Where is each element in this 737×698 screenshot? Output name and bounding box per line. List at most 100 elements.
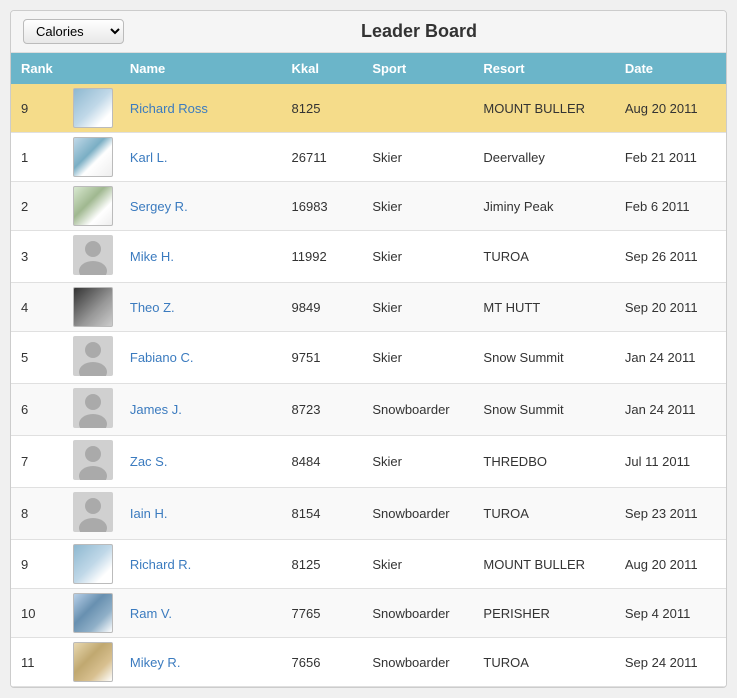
kkal-cell: 8723 (282, 384, 363, 436)
table-row: 5 Fabiano C. 9751 Skier Snow Summit Jan … (11, 332, 726, 384)
rank-cell: 9 (11, 84, 63, 133)
date-cell: Sep 23 2011 (615, 488, 726, 540)
avatar-cell (63, 589, 120, 638)
avatar (73, 388, 113, 428)
name-cell[interactable]: Fabiano C. (120, 332, 282, 384)
avatar-cell (63, 540, 120, 589)
name-cell[interactable]: Iain H. (120, 488, 282, 540)
name-cell[interactable]: Mikey R. (120, 638, 282, 687)
kkal-cell: 26711 (282, 133, 363, 182)
rank-cell: 4 (11, 283, 63, 332)
resort-cell: MOUNT BULLER (473, 84, 614, 133)
sport-cell: Snowboarder (362, 638, 473, 687)
avatar (73, 593, 113, 633)
sport-cell: Skier (362, 283, 473, 332)
kkal-cell: 8125 (282, 540, 363, 589)
name-cell[interactable]: James J. (120, 384, 282, 436)
resort-cell: TUROA (473, 638, 614, 687)
rank-cell: 1 (11, 133, 63, 182)
sport-cell: Skier (362, 332, 473, 384)
avatar (73, 440, 113, 480)
resort-cell: THREDBO (473, 436, 614, 488)
board-title: Leader Board (124, 21, 714, 42)
avatar (73, 186, 113, 226)
rank-cell: 5 (11, 332, 63, 384)
resort-cell: MOUNT BULLER (473, 540, 614, 589)
date-cell: Sep 4 2011 (615, 589, 726, 638)
rank-cell: 7 (11, 436, 63, 488)
table-row: 10 Ram V. 7765 Snowboarder PERISHER Sep … (11, 589, 726, 638)
kkal-cell: 7765 (282, 589, 363, 638)
resort-cell: Snow Summit (473, 384, 614, 436)
name-cell[interactable]: Theo Z. (120, 283, 282, 332)
sport-cell: Snowboarder (362, 589, 473, 638)
avatar-cell (63, 84, 120, 133)
avatar (73, 492, 113, 532)
avatar (73, 544, 113, 584)
rank-cell: 10 (11, 589, 63, 638)
avatar-cell (63, 384, 120, 436)
table-row: 6 James J. 8723 Snowboarder Snow Summit … (11, 384, 726, 436)
name-cell[interactable]: Sergey R. (120, 182, 282, 231)
leaderboard-container: CaloriesDistanceDuration Leader Board Ra… (10, 10, 727, 688)
date-cell: Feb 21 2011 (615, 133, 726, 182)
resort-cell: PERISHER (473, 589, 614, 638)
kkal-cell: 8125 (282, 84, 363, 133)
avatar (73, 137, 113, 177)
top-bar: CaloriesDistanceDuration Leader Board (11, 11, 726, 53)
table-row: 2 Sergey R. 16983 Skier Jiminy Peak Feb … (11, 182, 726, 231)
date-cell: Sep 24 2011 (615, 638, 726, 687)
avatar-cell (63, 283, 120, 332)
table-row: 1 Karl L. 26711 Skier Deervalley Feb 21 … (11, 133, 726, 182)
name-cell[interactable]: Karl L. (120, 133, 282, 182)
resort-cell: MT HUTT (473, 283, 614, 332)
category-dropdown[interactable]: CaloriesDistanceDuration (23, 19, 124, 44)
avatar-cell (63, 436, 120, 488)
resort-cell: TUROA (473, 231, 614, 283)
date-cell: Aug 20 2011 (615, 84, 726, 133)
rank-cell: 6 (11, 384, 63, 436)
col-kkal: Kkal (282, 53, 363, 84)
kkal-cell: 8484 (282, 436, 363, 488)
name-cell[interactable]: Richard Ross (120, 84, 282, 133)
kkal-cell: 9849 (282, 283, 363, 332)
col-resort: Resort (473, 53, 614, 84)
date-cell: Sep 20 2011 (615, 283, 726, 332)
name-cell[interactable]: Zac S. (120, 436, 282, 488)
date-cell: Sep 26 2011 (615, 231, 726, 283)
col-name: Name (120, 53, 282, 84)
name-cell[interactable]: Ram V. (120, 589, 282, 638)
table-row: 3 Mike H. 11992 Skier TUROA Sep 26 2011 (11, 231, 726, 283)
name-cell[interactable]: Richard R. (120, 540, 282, 589)
date-cell: Jan 24 2011 (615, 384, 726, 436)
table-row: 7 Zac S. 8484 Skier THREDBO Jul 11 2011 (11, 436, 726, 488)
sport-cell: Skier (362, 182, 473, 231)
resort-cell: Snow Summit (473, 332, 614, 384)
kkal-cell: 7656 (282, 638, 363, 687)
resort-cell: TUROA (473, 488, 614, 540)
avatar-cell (63, 133, 120, 182)
resort-cell: Deervalley (473, 133, 614, 182)
sport-cell: Skier (362, 436, 473, 488)
col-date: Date (615, 53, 726, 84)
avatar-cell (63, 182, 120, 231)
kkal-cell: 16983 (282, 182, 363, 231)
rank-cell: 9 (11, 540, 63, 589)
table-row: 4 Theo Z. 9849 Skier MT HUTT Sep 20 2011 (11, 283, 726, 332)
kkal-cell: 8154 (282, 488, 363, 540)
col-avatar (63, 53, 120, 84)
avatar-cell (63, 332, 120, 384)
table-row: 8 Iain H. 8154 Snowboarder TUROA Sep 23 … (11, 488, 726, 540)
name-cell[interactable]: Mike H. (120, 231, 282, 283)
avatar-cell (63, 488, 120, 540)
sport-cell: Skier (362, 231, 473, 283)
avatar (73, 88, 113, 128)
date-cell: Feb 6 2011 (615, 182, 726, 231)
table-row: 11 Mikey R. 7656 Snowboarder TUROA Sep 2… (11, 638, 726, 687)
col-sport: Sport (362, 53, 473, 84)
rank-cell: 8 (11, 488, 63, 540)
resort-cell: Jiminy Peak (473, 182, 614, 231)
table-header-row: Rank Name Kkal Sport Resort Date (11, 53, 726, 84)
sport-cell: Snowboarder (362, 384, 473, 436)
col-rank: Rank (11, 53, 63, 84)
